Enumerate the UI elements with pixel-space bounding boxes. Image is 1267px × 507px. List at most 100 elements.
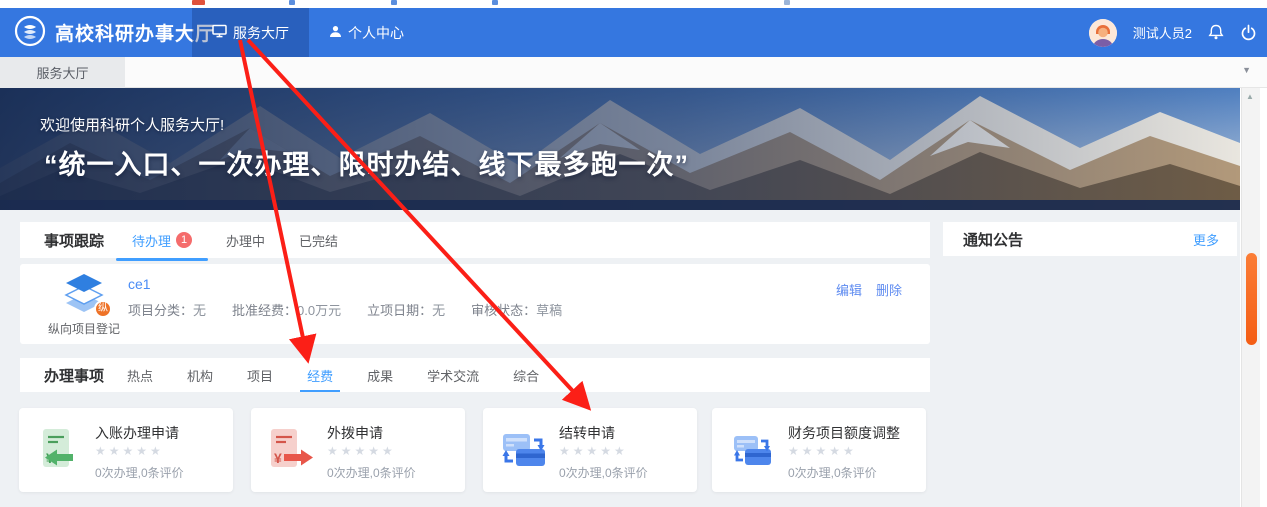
svg-text:¥: ¥ [274,450,282,466]
service-name: 结转申请 [559,423,615,443]
power-icon[interactable] [1240,24,1257,41]
nav-label: 服务大厅 [233,23,289,43]
service-card-quota-adjust[interactable]: 财务项目额度调整 ★★★★★ 0次办理,0条评价 [712,408,926,492]
field: 项目分类：无 [128,300,206,319]
tab-service-hall[interactable]: 服务大厅 [0,57,125,88]
notice-more-link[interactable]: 更多 [1193,230,1219,249]
nav-item-personal-center[interactable]: 个人中心 [309,8,424,57]
tracking-item-card: 纵 纵向项目登记 ce1 项目分类：无 批准经费：0.0万元 立项日期：无 审核… [20,264,930,344]
todo-count-badge: 1 [176,232,192,248]
service-card-outbound[interactable]: ¥ 外拨申请 ★★★★★ 0次办理,0条评价 [251,408,465,492]
tab-project[interactable]: 项目 [247,358,273,392]
tab-todo[interactable]: 待办理 1 [132,222,192,258]
service-stats: 0次办理,0条评价 [788,464,877,481]
main-nav: 服务大厅 个人中心 [192,8,424,57]
rating-stars: ★★★★★ [95,444,164,458]
tab-label: 经费 [307,366,333,385]
income-doc-icon: ¥ [37,427,83,473]
service-stats: 0次办理,0条评价 [95,464,184,481]
bell-icon[interactable] [1208,24,1224,41]
scroll-up-arrow[interactable]: ▲ [1246,92,1254,101]
tab-hot[interactable]: 热点 [127,358,153,392]
field-value: 0.0万元 [297,303,341,318]
rating-stars: ★★★★★ [559,444,628,458]
services-header: 办理事项 热点 机构 项目 经费 成果 学术交流 综合 [20,358,930,392]
tracking-title: 事项跟踪 [44,230,104,251]
service-card-income[interactable]: ¥ 入账办理申请 ★★★★★ 0次办理,0条评价 [19,408,233,492]
banner-welcome: 欢迎使用科研个人服务大厅! [40,114,224,135]
field: 审核状态：草稿 [471,300,562,319]
brand: 高校科研办事大厅 [14,15,215,50]
tab-label: 待办理 [132,231,171,250]
browser-artifact [289,0,295,5]
services-tabs: 热点 机构 项目 经费 成果 学术交流 综合 [127,358,539,392]
monitor-icon [212,24,227,41]
edit-link[interactable]: 编辑 [836,280,862,299]
notice-title: 通知公告 [963,229,1023,250]
service-stats: 0次办理,0条评价 [327,464,416,481]
brand-title: 高校科研办事大厅 [55,19,215,46]
tracking-tabs: 待办理 1 办理中 已完结 [132,222,338,258]
field-label: 立项日期： [367,303,432,318]
chevron-down-icon[interactable]: ▼ [1242,65,1251,75]
page: 高校科研办事大厅 服务大厅 [0,0,1267,507]
item-type-label: 纵向项目登记 [36,320,132,337]
tab-label: 成果 [367,366,393,385]
service-card-carryover[interactable]: 结转申请 ★★★★★ 0次办理,0条评价 [483,408,697,492]
nav-label: 个人中心 [348,23,404,43]
field: 立项日期：无 [367,300,445,319]
browser-edge-strip [0,0,1267,8]
logo-icon [14,15,46,50]
field-label: 批准经费： [232,303,297,318]
user-icon [329,25,342,41]
topbar: 高校科研办事大厅 服务大厅 [0,8,1267,57]
rating-stars: ★★★★★ [327,444,396,458]
vertical-badge: 纵 [94,300,112,318]
avatar[interactable] [1089,19,1117,47]
outbound-doc-icon: ¥ [269,427,315,473]
service-name: 外拨申请 [327,423,383,443]
tab-label: 办理中 [226,231,265,250]
tab-academic-exchange[interactable]: 学术交流 [427,358,479,392]
tracking-header: 事项跟踪 待办理 1 办理中 已完结 [20,222,930,258]
item-fields: 项目分类：无 批准经费：0.0万元 立项日期：无 审核状态：草稿 [128,300,562,319]
banner-slogan: “统一入口、一次办理、限时办结、线下最多跑一次” [44,143,689,182]
tab-label: 已完结 [299,231,338,250]
field-value: 无 [193,303,206,318]
rating-stars: ★★★★★ [788,444,857,458]
scrollbar[interactable]: ▲ [1241,88,1260,507]
tab-funds[interactable]: 经费 [307,358,333,392]
nav-item-service-hall[interactable]: 服务大厅 [192,8,309,57]
quota-adjust-icon [730,427,776,473]
delete-link[interactable]: 删除 [876,280,902,299]
service-name: 财务项目额度调整 [788,423,900,443]
item-title-link[interactable]: ce1 [128,276,151,292]
hero-banner: 欢迎使用科研个人服务大厅! “统一入口、一次办理、限时办结、线下最多跑一次” [0,88,1240,210]
tab-results[interactable]: 成果 [367,358,393,392]
browser-artifact [192,0,205,5]
tab-label: 综合 [513,366,539,385]
service-stats: 0次办理,0条评价 [559,464,648,481]
scrollbar-thumb[interactable] [1246,253,1257,345]
tab-comprehensive[interactable]: 综合 [513,358,539,392]
field-value: 草稿 [536,303,562,318]
tab-completed[interactable]: 已完结 [299,222,338,258]
tab-label: 机构 [187,366,213,385]
field-label: 审核状态： [471,303,536,318]
tab-institution[interactable]: 机构 [187,358,213,392]
layers-icon: 纵 [58,272,110,316]
notice-panel: 通知公告 更多 [943,222,1237,256]
item-actions: 编辑 删除 [836,280,902,299]
tab-label: 学术交流 [427,366,479,385]
service-name: 入账办理申请 [95,423,179,443]
transfer-cards-icon [501,427,547,473]
browser-artifact [492,0,498,5]
tab-label: 项目 [247,366,273,385]
page-tabbar: 服务大厅 ▼ [0,57,1267,88]
tab-in-progress[interactable]: 办理中 [226,222,265,258]
field-label: 项目分类： [128,303,193,318]
username[interactable]: 测试人员2 [1133,23,1192,42]
field: 批准经费：0.0万元 [232,300,341,319]
item-type: 纵 纵向项目登记 [36,272,132,337]
tab-label: 热点 [127,366,153,385]
